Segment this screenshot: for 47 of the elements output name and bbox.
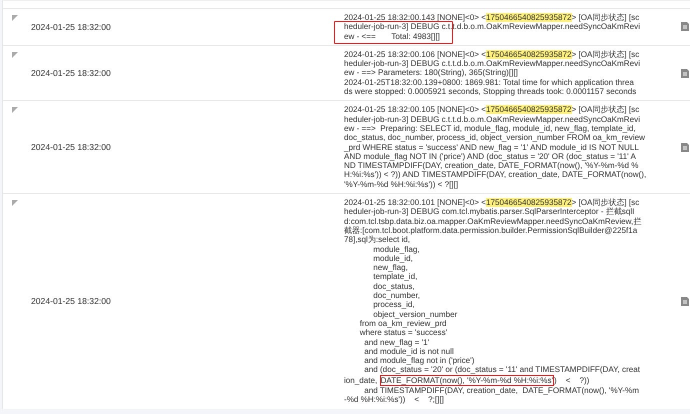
log-line: ds were stopped: 0.0005921 seconds, Stopping threads took: 0.0001157 seconds: [344, 87, 636, 96]
log-line: module_id,: [372, 254, 413, 264]
log-line: object_version_number: [372, 310, 458, 319]
log-line: process_id,: [372, 300, 415, 310]
document-icon[interactable]: [681, 68, 689, 78]
log-line: d:com.tcl.tsbp.data.biz.oa.mapper.OaKmReviewMapper.needSyncOaKmReview,拦: [344, 216, 642, 226]
log-line: template_id,: [372, 272, 418, 282]
log-line: ew - <== Total: 4983[][]: [344, 32, 440, 41]
log-line: _prd WHERE status = 'success' AND new_flag = '1' AND module_id IS NOT NULL: [344, 142, 639, 152]
log-line: ew - ==> Preparing: SELECT id, module_flag, module_id, new_flag, template_id,: [344, 124, 636, 134]
log-line: and new_flag = '1': [363, 338, 430, 347]
log-line: doc_status,: [372, 282, 415, 292]
log-line: 2024-01-25T18:32:00.139+0800: 1869.981: Total time for which application threa: [344, 78, 634, 88]
corner-icon: [12, 107, 18, 114]
log-line: H:%i:%s')) < ?)) AND TIMESTAMPDIFF(DAY, creation_date, DATE_FORMAT(now(),: [344, 170, 646, 180]
log-line: heduler-job-run-3] DEBUG c.t.t.d.b.o.m.OaKmReviewMapper.needSyncOaKmRevi: [344, 114, 640, 124]
log-line: ND TIMESTAMPDIFF(DAY, creation_date, DATE_FORMAT(now(), '%Y-%m-%d %: [344, 161, 638, 170]
log-line: heduler-job-run-3] DEBUG c.t.t.d.b.o.m.OaKmReviewMapper.needSyncOaKmRevi: [344, 59, 640, 68]
corner-icon: [12, 200, 18, 206]
log-line: '%Y-%m-%d %H:%i:%s')) < ?[][]: [344, 180, 458, 190]
log-line: 截器:[com.tcl.boot.platform.data.permission.builder.PermissionSqlBuilder@225f1a: [344, 226, 638, 236]
time-cell-text: 2024-01-25 18:32:00: [31, 68, 112, 78]
document-icon[interactable]: [681, 296, 689, 306]
annotation-box: DATE_FORMAT(now(), '%Y-%m-%d %H:%i:%s': [380, 374, 554, 386]
log-line: ion_date, DATE_FORMAT(now(), '%Y-%m-%d %H:%i:%s') < ?)): [344, 374, 590, 386]
time-cell-text: 2024-01-25 18:32:00: [31, 142, 112, 152]
log-line: -%d %H:%i:%s')) < ?;[][]: [344, 395, 444, 405]
log-line: and module_id is not null: [363, 346, 454, 356]
log-line: and TIMESTAMPDIFF(DAY, creation_date, DATE_FORMAT(now(), '%Y-%m: [363, 386, 639, 396]
document-icon[interactable]: [681, 142, 689, 152]
document-icon[interactable]: [681, 22, 689, 32]
time-cell-text: 2024-01-25 18:32:00: [31, 22, 112, 32]
log-line: 78],sql为:select id,: [344, 235, 410, 245]
log-line: doc_status, doc_number, process_id, object_version_number FROM oa_km_review: [344, 133, 645, 143]
log-line: AND module_flag NOT IN ('price') AND (doc_status = '20' OR (doc_status = '11' A: [344, 152, 636, 162]
corner-icon: [12, 52, 18, 58]
log-line: module_flag,: [372, 244, 420, 254]
log-line: ew - ==> Parameters: 180(String), 365(String)[][]: [344, 68, 518, 78]
corner-icon: [12, 15, 18, 21]
log-line: heduler-job-run-3] DEBUG com.tcl.mybatis.parser.SqlParserInterceptor - 拦截sqlI: [344, 207, 634, 217]
log-line: and module_flag not in ('price'): [363, 356, 474, 366]
log-line: doc_number,: [372, 291, 420, 300]
log-line: where status = 'success': [358, 328, 448, 338]
log-line: new_flag,: [372, 263, 408, 272]
log-line: from oa_km_review_prd: [358, 318, 447, 328]
log-line: and (doc_status = '20' or (doc_status = '11' and TIMESTAMPDIFF(DAY, creat: [363, 365, 640, 375]
time-cell-text: 2024-01-25 18:32:00: [31, 296, 112, 306]
